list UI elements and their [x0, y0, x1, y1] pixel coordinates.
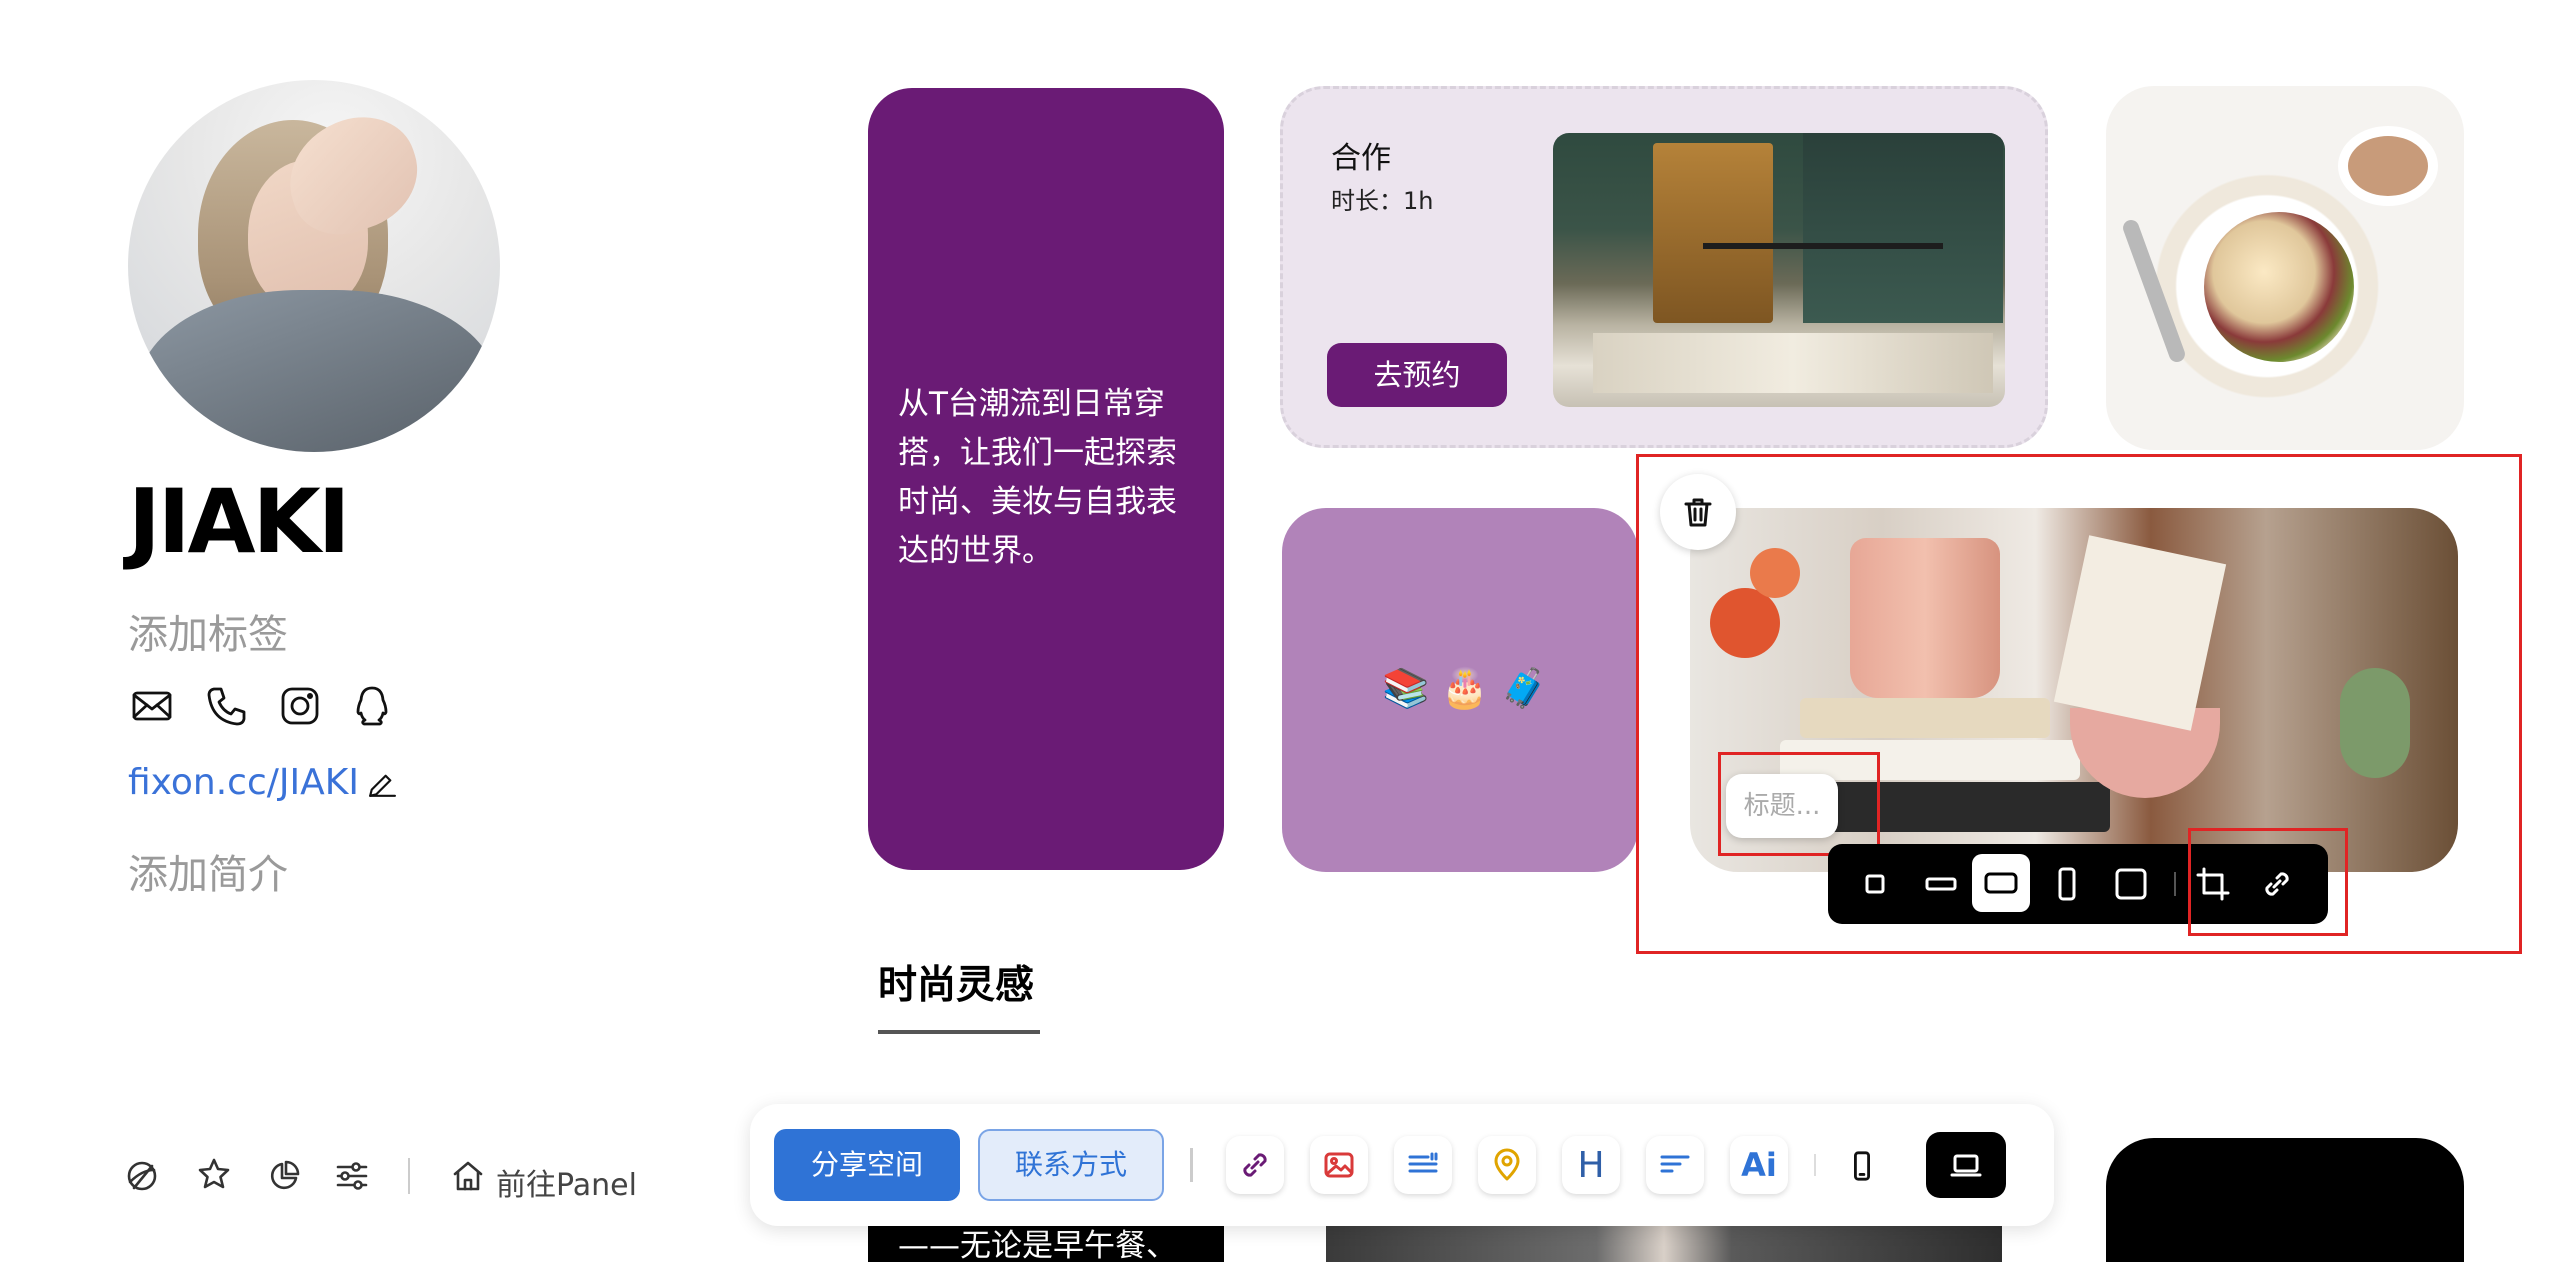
- ai-tool[interactable]: Ai: [1730, 1136, 1788, 1194]
- instagram-icon[interactable]: [278, 684, 322, 732]
- trash-icon: [1684, 498, 1712, 527]
- delete-button[interactable]: [1660, 474, 1736, 550]
- contact-button[interactable]: 联系方式: [978, 1129, 1164, 1201]
- qq-icon[interactable]: [350, 684, 394, 732]
- dock-divider-2: [1814, 1154, 1816, 1176]
- profile-avatar[interactable]: [128, 80, 500, 452]
- size-wide-large-button[interactable]: [1972, 854, 2030, 912]
- breakfast-photo-card[interactable]: [2106, 86, 2464, 450]
- phone-icon[interactable]: [204, 684, 248, 732]
- collab-duration: 时长：1h: [1331, 187, 1434, 215]
- nav-divider: [408, 1158, 410, 1194]
- emoji-card[interactable]: 📚 🎂 🧳: [1282, 508, 1638, 872]
- share-space-button[interactable]: 分享空间: [774, 1129, 960, 1201]
- add-bio-placeholder[interactable]: 添加简介: [128, 842, 288, 900]
- title-highlight-box: [1718, 752, 1880, 856]
- collab-card[interactable]: 合作 时长：1h 去预约: [1280, 86, 2048, 448]
- analytics-icon[interactable]: [266, 1158, 302, 1198]
- desktop-preview-button[interactable]: [1926, 1132, 2006, 1198]
- bottom-black-card[interactable]: [2106, 1138, 2464, 1262]
- bottom-photo-card[interactable]: [1326, 1226, 2002, 1262]
- mobile-icon: [1854, 1151, 1870, 1181]
- location-pin-icon: [1494, 1148, 1520, 1181]
- emoji-row: 📚 🎂 🧳: [1382, 666, 1549, 710]
- size-small-square-icon[interactable]: [1858, 867, 1892, 905]
- edit-link-icon[interactable]: [364, 768, 398, 806]
- profile-link[interactable]: fixon.cc/JIAKI: [128, 762, 359, 803]
- bottom-text-card[interactable]: ——无论是早午餐、: [868, 1226, 1224, 1264]
- size-tall-icon[interactable]: [2050, 867, 2084, 905]
- text-tool-icon: [1408, 1152, 1438, 1173]
- image-tool-icon: [1324, 1152, 1354, 1178]
- appearance-icon[interactable]: [124, 1158, 160, 1198]
- add-image-tool[interactable]: [1310, 1136, 1368, 1194]
- collab-title: 合作: [1331, 141, 1391, 176]
- laptop-icon: [1950, 1154, 1982, 1177]
- cafe-photo: [1553, 133, 2005, 407]
- home-icon[interactable]: [450, 1158, 486, 1198]
- link-tool-icon: [1243, 1153, 1267, 1177]
- dock-divider: [1190, 1148, 1193, 1182]
- email-icon[interactable]: [130, 684, 174, 732]
- settings-sliders-icon[interactable]: [334, 1158, 370, 1198]
- section-tool-icon: [1660, 1155, 1690, 1173]
- bottom-text: ——无论是早午餐、: [898, 1228, 1177, 1264]
- book-button[interactable]: 去预约: [1327, 343, 1507, 407]
- heading-tool-label: H: [1577, 1144, 1605, 1186]
- add-link-tool[interactable]: [1226, 1136, 1284, 1194]
- intro-text-card[interactable]: 从T台潮流到日常穿搭，让我们一起探索时尚、美妆与自我表达的世界。: [868, 88, 1224, 870]
- add-heading-tool[interactable]: H: [1562, 1136, 1620, 1194]
- star-icon[interactable]: [196, 1156, 232, 1196]
- add-map-tool[interactable]: [1478, 1136, 1536, 1194]
- intro-text: 从T台潮流到日常穿搭，让我们一起探索时尚、美妆与自我表达的世界。: [898, 386, 1177, 569]
- toolbar-divider: [2174, 872, 2176, 896]
- add-text-tool[interactable]: [1394, 1136, 1452, 1194]
- tab-underline: [878, 1030, 1040, 1034]
- size-large-square-icon[interactable]: [2114, 867, 2148, 905]
- ai-tool-label: Ai: [1741, 1146, 1777, 1184]
- go-to-panel-link[interactable]: 前往Panel: [496, 1160, 637, 1204]
- section-tab-fashion[interactable]: 时尚灵感: [878, 954, 1034, 1010]
- crop-link-highlight-box: [2188, 828, 2348, 936]
- bottom-dock: 分享空间 联系方式 H Ai: [750, 1104, 2054, 1226]
- add-tag-placeholder[interactable]: 添加标签: [128, 602, 288, 660]
- mobile-preview-button[interactable]: [1840, 1144, 1884, 1188]
- profile-name[interactable]: JIAKI: [128, 470, 351, 573]
- add-section-tool[interactable]: [1646, 1136, 1704, 1194]
- size-wide-small-icon[interactable]: [1924, 867, 1958, 905]
